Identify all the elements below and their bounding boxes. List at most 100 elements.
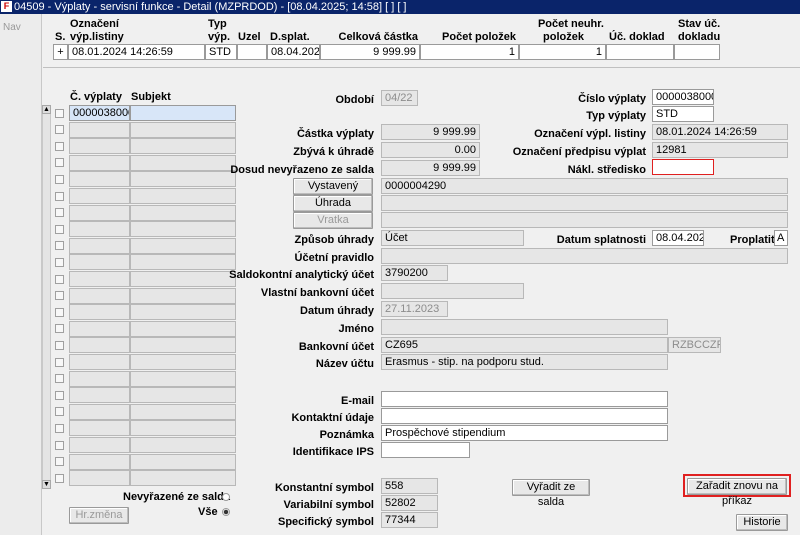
ucetni-field[interactable]: [381, 248, 788, 264]
var-field[interactable]: 52802: [381, 495, 438, 511]
list-row-checkbox[interactable]: [55, 407, 64, 417]
hdr-row-state[interactable]: +: [53, 44, 68, 60]
list-row-vyplaty[interactable]: [69, 254, 130, 271]
nazev-field[interactable]: Erasmus - stip. na podporu stud.: [381, 354, 668, 370]
list-row-vyplaty[interactable]: [69, 437, 130, 453]
list-row-vyplaty[interactable]: [69, 354, 130, 370]
cislo-vyplaty-field[interactable]: 0000038000: [652, 89, 714, 105]
ips-field[interactable]: [381, 442, 470, 458]
list-row-checkbox[interactable]: [55, 224, 64, 234]
poznamka-field[interactable]: Prospěchové stipendium: [381, 425, 668, 441]
list-row-subjekt[interactable]: [130, 453, 236, 470]
list-row-checkbox[interactable]: [55, 257, 64, 267]
scroll-down-icon[interactable]: ▼: [42, 480, 51, 489]
vystaveny-prikaz-button[interactable]: Vystavený příkaz: [293, 178, 373, 207]
list-row-subjekt[interactable]: [130, 121, 236, 138]
list-row-vyplaty[interactable]: [69, 204, 130, 221]
list-row-vyplaty[interactable]: [69, 370, 130, 387]
list-row-vyplaty[interactable]: [69, 138, 130, 155]
nav-label[interactable]: Nav: [3, 22, 21, 33]
hdr-row-oznaceni[interactable]: 08.01.2024 14:26:59: [68, 44, 205, 60]
dosud-field[interactable]: 9 999.99: [381, 160, 480, 176]
list-row-checkbox[interactable]: [55, 390, 64, 400]
list-row-checkbox[interactable]: [55, 423, 64, 433]
castka-field[interactable]: 9 999.99: [381, 124, 480, 140]
list-first-vyplaty[interactable]: 0000038000: [69, 105, 130, 121]
zbyva-field[interactable]: 0.00: [381, 142, 480, 158]
kontakt-field[interactable]: [381, 408, 668, 424]
list-row-vyplaty[interactable]: [69, 221, 130, 238]
list-row-vyplaty[interactable]: [69, 121, 130, 138]
list-row-vyplaty[interactable]: [69, 154, 130, 171]
list-row-checkbox[interactable]: [55, 324, 64, 334]
list-row-checkbox[interactable]: [55, 457, 64, 467]
list-row-checkbox[interactable]: [55, 208, 64, 218]
vystaveny-field[interactable]: 0000004290: [381, 178, 788, 194]
list-scrollbar[interactable]: [42, 105, 51, 489]
list-row-vyplaty[interactable]: [69, 287, 130, 304]
list-row-checkbox[interactable]: [55, 274, 64, 284]
hdr-row-stav[interactable]: [674, 44, 720, 60]
neuhrazene-radio[interactable]: [222, 493, 230, 501]
proplatit-field[interactable]: A: [774, 230, 788, 246]
list-row-subjekt[interactable]: [130, 204, 236, 221]
list-row-subjekt[interactable]: [130, 420, 236, 437]
zpusob-field[interactable]: Účet: [381, 230, 524, 246]
datum-splat-field[interactable]: 08.04.2022: [652, 230, 704, 246]
list-row-checkbox[interactable]: [55, 340, 64, 350]
list-row-vyplaty[interactable]: [69, 337, 130, 354]
list-row-checkbox[interactable]: [55, 158, 64, 168]
list-row-vyplaty[interactable]: [69, 320, 130, 337]
hdr-row-neuhr[interactable]: 1: [519, 44, 606, 60]
hdr-row-dsplat[interactable]: 08.04.2022: [267, 44, 320, 60]
datum-uhrady-field[interactable]: 27.11.2023: [381, 301, 448, 317]
list-row-checkbox[interactable]: [55, 108, 64, 118]
list-row-vyplaty[interactable]: [69, 171, 130, 188]
list-row-checkbox[interactable]: [55, 374, 64, 384]
list-row-subjekt[interactable]: [130, 221, 236, 238]
nakl-field[interactable]: [652, 159, 714, 175]
hdr-row-uzel[interactable]: [237, 44, 267, 60]
list-row-checkbox[interactable]: [55, 440, 64, 450]
list-row-subjekt[interactable]: [130, 237, 236, 254]
list-first-subjekt[interactable]: [130, 105, 236, 121]
list-row-subjekt[interactable]: [130, 138, 236, 155]
email-field[interactable]: [381, 391, 668, 407]
list-row-vyplaty[interactable]: [69, 271, 130, 287]
obdobi-field[interactable]: 04/22: [381, 90, 418, 106]
hdr-row-ucdoklad[interactable]: [606, 44, 674, 60]
list-row-subjekt[interactable]: [130, 354, 236, 370]
list-row-vyplaty[interactable]: [69, 237, 130, 254]
list-row-checkbox[interactable]: [55, 307, 64, 317]
historie-button[interactable]: Historie: [736, 514, 788, 531]
hdr-row-pocet[interactable]: 1: [420, 44, 519, 60]
list-row-subjekt[interactable]: [130, 320, 236, 337]
vratka-field[interactable]: [381, 212, 788, 228]
typ-vyplaty-field[interactable]: STD: [652, 106, 714, 122]
uhrada-field[interactable]: [381, 195, 788, 211]
list-row-vyplaty[interactable]: [69, 188, 130, 204]
ozn-listiny-field[interactable]: 08.01.2024 14:26:59: [652, 124, 788, 140]
bank-field[interactable]: CZ695: [381, 337, 668, 353]
list-row-subjekt[interactable]: [130, 337, 236, 354]
hdr-row-typ[interactable]: STD: [205, 44, 237, 60]
list-row-subjekt[interactable]: [130, 188, 236, 204]
list-row-checkbox[interactable]: [55, 125, 64, 135]
list-row-subjekt[interactable]: [130, 254, 236, 271]
list-row-checkbox[interactable]: [55, 291, 64, 301]
jmeno-field[interactable]: [381, 319, 668, 335]
spec-field[interactable]: 77344: [381, 512, 438, 528]
list-row-checkbox[interactable]: [55, 141, 64, 151]
list-row-subjekt[interactable]: [130, 403, 236, 420]
list-row-vyplaty[interactable]: [69, 387, 130, 404]
vlastni-field[interactable]: [381, 283, 524, 299]
zaradit-znovu-button[interactable]: Zařadit znovu na příkaz: [687, 478, 787, 507]
list-row-subjekt[interactable]: [130, 437, 236, 453]
list-row-subjekt[interactable]: [130, 387, 236, 404]
list-row-checkbox[interactable]: [55, 241, 64, 251]
hr-zmena-button[interactable]: Hr.změna: [69, 507, 129, 524]
list-row-checkbox[interactable]: [55, 174, 64, 184]
list-row-vyplaty[interactable]: [69, 403, 130, 420]
ozn-predpisu-field[interactable]: 12981: [652, 142, 788, 158]
list-row-vyplaty[interactable]: [69, 420, 130, 437]
